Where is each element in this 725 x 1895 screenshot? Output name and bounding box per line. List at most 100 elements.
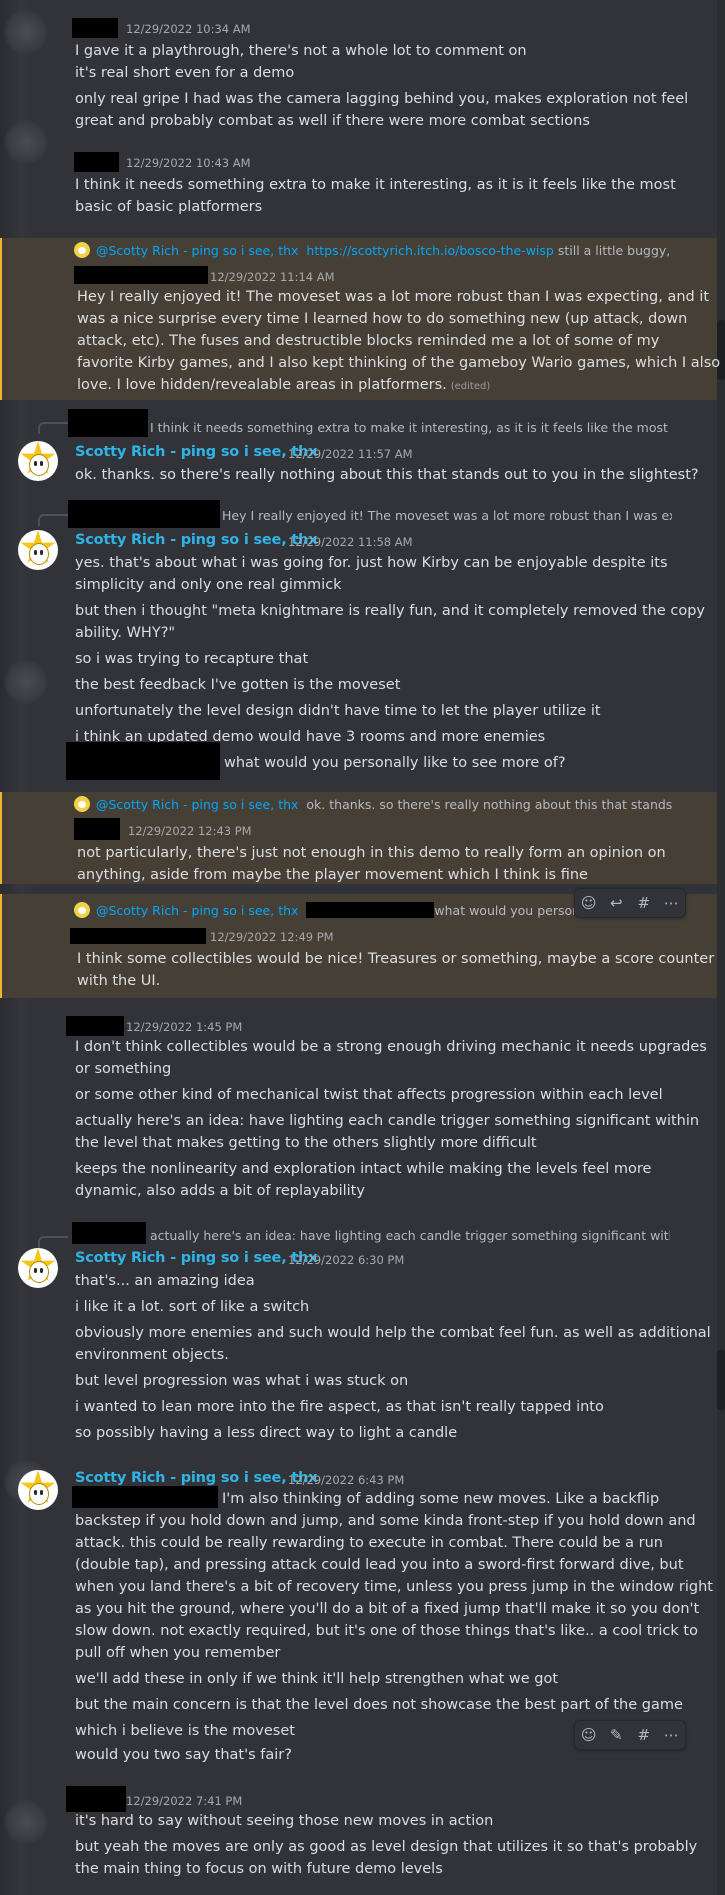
message-text: Hey I really enjoyed it! The moveset was… <box>77 289 710 305</box>
message-text: unfortunately the level design didn't ha… <box>75 703 601 719</box>
message-text: would you two say that's fair? <box>75 1747 292 1763</box>
message-text: attack, etc). The fuses and destructible… <box>77 333 660 349</box>
redacted-username <box>70 928 206 944</box>
reply-avatar-icon <box>74 902 90 918</box>
message-text: I don't think collectibles would be a st… <box>75 1039 707 1055</box>
edited-label: (edited) <box>450 381 491 392</box>
message-timestamp: 12/29/2022 6:30 PM <box>288 1253 405 1267</box>
redacted-username <box>74 152 119 172</box>
message-timestamp: 12/29/2022 7:41 PM <box>126 1794 243 1808</box>
message: 12/29/2022 10:34 AM I gave it a playthro… <box>0 10 717 138</box>
reply-mention[interactable]: @Scotty Rich - ping so i see, thx <box>96 243 298 258</box>
message-text: I think it needs something extra to make… <box>75 177 676 193</box>
reply-avatar-icon <box>74 796 90 812</box>
message-timestamp: 12/29/2022 11:58 AM <box>288 535 413 549</box>
message-text: I gave it a playthrough, there's not a w… <box>75 43 527 59</box>
redacted-username <box>72 1486 218 1508</box>
user-avatar[interactable] <box>18 1470 58 1510</box>
message: Scotty Rich - ping so i see, thx 12/29/2… <box>0 1462 717 1763</box>
message-text: when you land there's a bit of recovery … <box>75 1579 713 1595</box>
user-avatar[interactable] <box>18 530 58 570</box>
reply-reference[interactable]: @Scotty Rich - ping so i see, thx what w… <box>74 902 574 918</box>
message-text: but yeah the moves are only as good as l… <box>75 1839 698 1855</box>
message-text: pull off when you remember <box>75 1645 281 1661</box>
message-text: yes. that's about what i was going for. … <box>75 555 668 571</box>
message-text: attack. this could be really rewarding t… <box>75 1535 663 1551</box>
more-icon[interactable]: ⋯ <box>661 1725 681 1745</box>
author-name[interactable]: Scotty Rich - ping so i see, thx <box>75 1250 318 1266</box>
reply-reference[interactable]: I think it needs something extra to make… <box>150 420 670 435</box>
reply-text: still a little buggy, <box>557 243 671 258</box>
message-text: only real gripe I had was the camera lag… <box>75 91 689 107</box>
message-text: i wanted to lean more into the fire aspe… <box>75 1399 604 1415</box>
message-text: backstep if you hold down and jump, and … <box>75 1513 696 1529</box>
redacted-username <box>66 1016 124 1036</box>
message-text: was a nice surprise every time I learned… <box>77 311 688 327</box>
message-text: obviously more enemies and such would he… <box>75 1325 711 1341</box>
message-text: we'll add these in only if we think it'l… <box>75 1671 559 1687</box>
user-avatar[interactable] <box>18 441 58 481</box>
redacted-username <box>306 902 435 918</box>
message-text: which i believe is the moveset <box>75 1723 295 1739</box>
user-avatar[interactable] <box>18 1248 58 1288</box>
redacted-username <box>66 1786 126 1812</box>
message-text-part: love. I love hidden/revealable areas in … <box>77 377 447 393</box>
reply-reference[interactable]: Hey I really enjoyed it! The moveset was… <box>222 508 672 523</box>
add-reaction-icon[interactable]: ☺ <box>579 893 599 913</box>
reply-reference[interactable]: actually here's an idea: have lighting e… <box>150 1228 670 1243</box>
message: I think it needs something extra to make… <box>0 408 717 490</box>
reply-avatar-icon <box>74 242 90 258</box>
message-text: or some other kind of mechanical twist t… <box>75 1087 663 1103</box>
message-mentioned: @Scotty Rich - ping so i see, thx ok. th… <box>0 792 717 884</box>
reply-spine <box>38 422 68 434</box>
create-thread-icon[interactable]: # <box>634 1725 654 1745</box>
message-text: that's... an amazing idea <box>75 1273 255 1289</box>
message-text: actually here's an idea: have lighting e… <box>75 1113 700 1129</box>
message-text: but level progression was what i was stu… <box>75 1373 409 1389</box>
reply-text: ok. thanks. so there's really nothing ab… <box>306 797 674 812</box>
message: 12/29/2022 1:45 PM I don't think collect… <box>0 1012 717 1212</box>
redacted-username <box>74 818 120 840</box>
message-timestamp: 12/29/2022 10:34 AM <box>126 22 251 36</box>
reply-link[interactable]: https://scottyrich.itch.io/bosco-the-wis… <box>306 243 553 258</box>
message-text: what would you personally like to see mo… <box>224 755 566 771</box>
message-text: the level that makes getting to the othe… <box>75 1135 537 1151</box>
more-icon[interactable]: ⋯ <box>661 893 681 913</box>
reply-mention[interactable]: @Scotty Rich - ping so i see, thx <box>96 903 298 918</box>
message-text: ok. thanks. so there's really nothing ab… <box>75 467 699 483</box>
message-timestamp: 12/29/2022 1:45 PM <box>126 1020 243 1034</box>
redacted-block <box>66 742 220 780</box>
message-text: or something <box>75 1061 172 1077</box>
message-text: (double tap), and pressing attack could … <box>75 1557 684 1573</box>
message-text: slow down. not exactly required, but it'… <box>75 1623 698 1639</box>
message-text: simplicity and only one real gimmick <box>75 577 342 593</box>
scrollbar-thumb[interactable] <box>717 1350 725 1410</box>
message-text: but then i thought "meta knightmare is r… <box>75 603 705 619</box>
message-timestamp: 12/29/2022 6:43 PM <box>288 1473 405 1487</box>
author-name[interactable]: Scotty Rich - ping so i see, thx <box>75 532 318 548</box>
reply-mention[interactable]: @Scotty Rich - ping so i see, thx <box>96 797 298 812</box>
message-text: so i was trying to recapture that <box>75 651 309 667</box>
scrollbar[interactable] <box>717 0 725 1895</box>
message: Hey I really enjoyed it! The moveset was… <box>0 496 717 782</box>
add-reaction-icon[interactable]: ☺ <box>579 1725 599 1745</box>
reply-icon[interactable]: ↩ <box>606 893 626 913</box>
reply-text: Hey I really enjoyed it! The moveset was… <box>222 508 672 523</box>
message-actions-toolbar: ☺ ↩ # ⋯ <box>574 888 686 918</box>
edit-icon[interactable]: ✎ <box>606 1725 626 1745</box>
message-timestamp: 12/29/2022 12:49 PM <box>210 930 334 944</box>
author-name[interactable]: Scotty Rich - ping so i see, thx <box>75 444 318 460</box>
author-name[interactable]: Scotty Rich - ping so i see, thx <box>75 1470 318 1486</box>
message-text: I think some collectibles would be nice!… <box>77 951 715 967</box>
message-text: the best feedback I've gotten is the mov… <box>75 677 401 693</box>
message-text: love. I love hidden/revealable areas in … <box>77 374 490 398</box>
message-actions-toolbar: ☺ ✎ # ⋯ <box>574 1720 686 1750</box>
redacted-username <box>68 409 148 437</box>
create-thread-icon[interactable]: # <box>634 893 654 913</box>
reply-reference[interactable]: @Scotty Rich - ping so i see, thx ok. th… <box>74 796 674 812</box>
reply-reference[interactable]: @Scotty Rich - ping so i see, thx https:/… <box>74 242 674 258</box>
message: actually here's an idea: have lighting e… <box>0 1218 717 1448</box>
reply-text: what would you personally <box>434 903 574 918</box>
reply-text: I think it needs something extra to make… <box>150 420 670 435</box>
message-text: favorite Kirby games, and I also kept th… <box>77 355 721 371</box>
